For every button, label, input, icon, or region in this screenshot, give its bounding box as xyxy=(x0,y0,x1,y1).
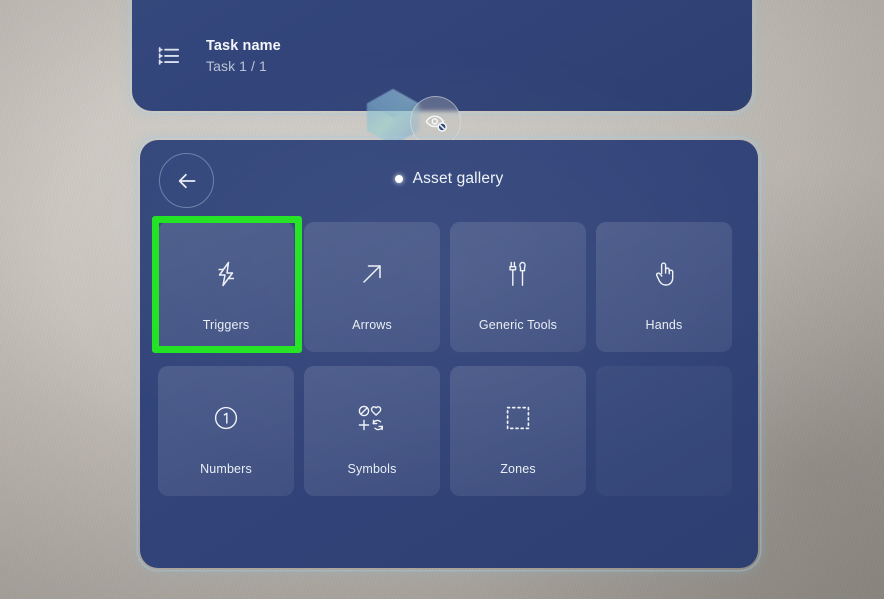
cursor-dot-icon xyxy=(394,175,403,183)
tile-label: Symbols xyxy=(347,462,397,476)
tools-icon xyxy=(507,257,529,291)
asset-gallery-panel[interactable]: Asset gallery Triggers Arrows Generic To… xyxy=(140,140,758,568)
gallery-header: Asset gallery xyxy=(140,140,758,222)
asset-category-grid: Triggers Arrows Generic Tools Hands Numb… xyxy=(158,222,740,496)
tile-symbols[interactable]: Symbols xyxy=(304,366,440,496)
tile-hands[interactable]: Hands xyxy=(596,222,732,352)
task-title: Task name xyxy=(206,38,281,54)
task-progress: Task 1 / 1 xyxy=(206,58,267,75)
symbols-grid-icon xyxy=(357,401,387,435)
tile-label: Triggers xyxy=(202,318,250,332)
tile-empty-placeholder xyxy=(596,366,732,496)
tile-triggers[interactable]: Triggers xyxy=(158,222,294,352)
tile-generic-tools[interactable]: Generic Tools xyxy=(450,222,586,352)
tile-label: Numbers xyxy=(200,462,252,476)
page-title: Asset gallery xyxy=(412,170,504,187)
gallery-title-row: Asset gallery xyxy=(140,170,758,188)
task-panel[interactable]: Task name Task 1 / 1 xyxy=(132,0,752,111)
task-list-icon xyxy=(156,43,182,69)
circled-one-icon xyxy=(213,401,239,435)
tile-label: Arrows xyxy=(352,318,392,332)
lightning-bolt-icon xyxy=(214,257,238,291)
tile-label: Generic Tools xyxy=(478,318,558,332)
eye-off-icon xyxy=(425,115,447,132)
tile-label: Hands xyxy=(645,318,683,332)
tile-arrows[interactable]: Arrows xyxy=(304,222,440,352)
task-summary-row[interactable]: Task name Task 1 / 1 xyxy=(156,38,732,75)
tile-label: Zones xyxy=(500,462,536,476)
pointing-hand-icon xyxy=(652,257,676,291)
tile-numbers[interactable]: Numbers xyxy=(158,366,294,496)
task-text-block: Task name Task 1 / 1 xyxy=(206,38,281,75)
dashed-square-icon xyxy=(505,401,531,435)
arrow-up-right-icon xyxy=(359,257,385,291)
tile-zones[interactable]: Zones xyxy=(450,366,586,496)
